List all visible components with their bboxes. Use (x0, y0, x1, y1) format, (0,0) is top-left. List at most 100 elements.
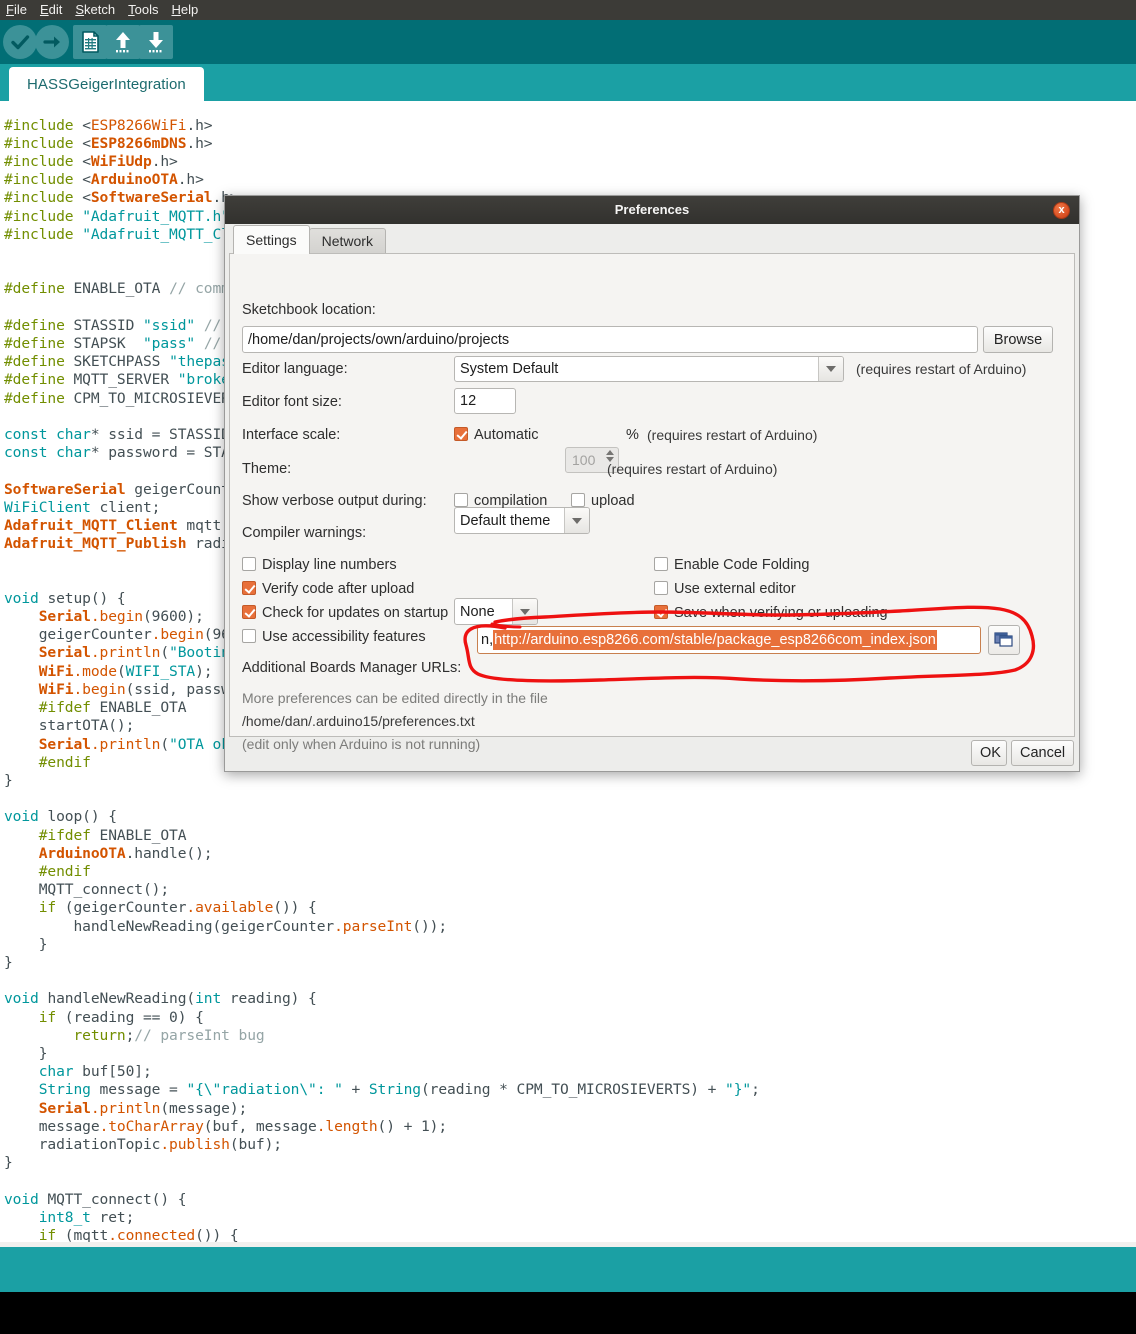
menu-help-mnemonic: H (171, 2, 181, 17)
theme-label: Theme: (242, 461, 292, 477)
new-document-icon (82, 31, 99, 53)
sketchbook-location-input[interactable] (242, 326, 978, 353)
chevron-down-icon (512, 599, 537, 624)
display-line-numbers-label: Display line numbers (262, 557, 397, 573)
interface-scale-label: Interface scale: (242, 427, 341, 443)
preferences-dialog: Preferences x Settings Network Sketchboo… (224, 195, 1080, 772)
menu-bar: File Edit Sketch Tools Help (0, 0, 1136, 20)
edit-warning-note: (edit only when Arduino is not running) (242, 736, 481, 752)
open-sketch-button[interactable] (106, 25, 140, 59)
cancel-button[interactable]: Cancel (1011, 740, 1074, 766)
console-output (0, 1292, 1136, 1334)
tab-network[interactable]: Network (308, 228, 386, 254)
verify-icon (11, 35, 30, 50)
more-preferences-note-line1: More preferences can be edited directly … (242, 690, 548, 706)
settings-panel: Sketchbook location: Browse Editor langu… (229, 253, 1075, 752)
upload-arrow-icon (43, 36, 60, 48)
browse-button[interactable]: Browse (983, 326, 1053, 353)
save-when-verifying-checkbox[interactable]: Save when verifying or uploading (654, 605, 888, 621)
check-for-updates-label: Check for updates on startup (262, 605, 449, 621)
interface-scale-percent-symbol: % (626, 427, 639, 443)
status-bar (0, 1247, 1136, 1292)
checkbox-save-verifying-icon (654, 605, 668, 619)
menu-sketch[interactable]: Sketch (75, 0, 124, 20)
open-up-arrow-icon (116, 32, 130, 53)
editor-font-size-label: Editor font size: (242, 394, 342, 410)
sketch-tab-strip: HASSGeigerIntegration (0, 64, 1136, 101)
preferences-titlebar[interactable]: Preferences x (225, 196, 1079, 225)
editor-language-label: Editor language: (242, 361, 348, 377)
expand-urls-button[interactable] (988, 625, 1020, 655)
sketch-tab-label: HASSGeigerIntegration (27, 75, 186, 93)
chevron-down-icon (818, 357, 843, 381)
chevron-down-icon (564, 508, 589, 533)
preferences-title: Preferences (614, 202, 690, 217)
toolbar (0, 20, 1136, 64)
compiler-warnings-label: Compiler warnings: (242, 525, 367, 541)
editor-language-note: (requires restart of Arduino) (856, 361, 1027, 377)
menu-file-mnemonic: F (6, 2, 14, 17)
sketchbook-location-label: Sketchbook location: (242, 302, 376, 318)
arduino-ide-window: File Edit Sketch Tools Help HASSGeigerIn… (0, 0, 1136, 1334)
checkbox-code-folding-icon (654, 557, 668, 571)
additional-boards-urls-label: Additional Boards Manager URLs: (242, 660, 462, 676)
preferences-file-path: /home/dan/.arduino15/preferences.txt (242, 713, 475, 729)
interface-scale-automatic-label: Automatic (474, 427, 539, 443)
additional-boards-urls-input[interactable]: n, http://arduino.esp8266.com/stable/pack… (477, 626, 981, 654)
menu-file[interactable]: File (6, 0, 36, 20)
checkbox-upload-icon (571, 493, 585, 507)
menu-tools[interactable]: Tools (128, 0, 167, 20)
checkbox-automatic-icon (454, 427, 468, 441)
tab-settings[interactable]: Settings (233, 225, 310, 254)
windows-icon (994, 632, 1013, 647)
checkbox-compilation-icon (454, 493, 468, 507)
checkbox-verify-code-icon (242, 581, 256, 595)
menu-file-label: ile (13, 2, 27, 17)
checkbox-accessibility-icon (242, 629, 256, 643)
upload-button[interactable] (35, 25, 69, 59)
checkbox-external-editor-icon (654, 581, 668, 595)
menu-tools-label: ools (134, 2, 159, 17)
verify-code-after-upload-checkbox[interactable]: Verify code after upload (242, 581, 414, 597)
interface-scale-percent-value: 100 (572, 452, 596, 468)
interface-scale-automatic-checkbox[interactable]: Automatic (454, 427, 538, 443)
save-when-verifying-label: Save when verifying or uploading (674, 605, 888, 621)
verbose-output-label: Show verbose output during: (242, 493, 427, 509)
verbose-upload-checkbox[interactable]: upload (571, 493, 635, 509)
menu-edit[interactable]: Edit (40, 0, 71, 20)
new-sketch-button[interactable] (73, 25, 107, 59)
verbose-compilation-label: compilation (474, 493, 548, 509)
interface-scale-note: (requires restart of Arduino) (647, 427, 818, 443)
boards-urls-prefix-text: n, (481, 632, 494, 648)
boards-urls-selected-text: http://arduino.esp8266.com/stable/packag… (493, 630, 937, 650)
ok-button[interactable]: OK (971, 740, 1007, 766)
save-sketch-button[interactable] (139, 25, 173, 59)
check-for-updates-checkbox[interactable]: Check for updates on startup (242, 605, 448, 621)
theme-value: Default theme (460, 512, 551, 529)
verify-code-after-upload-label: Verify code after upload (262, 581, 415, 597)
preferences-tabs: Settings Network (233, 225, 386, 254)
save-down-arrow-icon (149, 32, 163, 53)
enable-code-folding-checkbox[interactable]: Enable Code Folding (654, 557, 809, 573)
use-accessibility-features-checkbox[interactable]: Use accessibility features (242, 629, 426, 645)
verbose-compilation-checkbox[interactable]: compilation (454, 493, 547, 509)
checkbox-check-updates-icon (242, 605, 256, 619)
close-icon[interactable]: x (1053, 202, 1070, 219)
theme-note: (requires restart of Arduino) (607, 461, 778, 477)
verify-button[interactable] (3, 25, 37, 59)
compiler-warnings-select[interactable]: None (454, 598, 538, 625)
menu-help[interactable]: Help (171, 0, 207, 20)
verbose-upload-label: upload (591, 493, 635, 509)
display-line-numbers-checkbox[interactable]: Display line numbers (242, 557, 397, 573)
editor-language-select[interactable]: System Default (454, 356, 844, 382)
enable-code-folding-label: Enable Code Folding (674, 557, 810, 573)
use-accessibility-features-label: Use accessibility features (262, 629, 426, 645)
menu-sketch-mnemonic: S (75, 2, 85, 17)
sketch-tab[interactable]: HASSGeigerIntegration (9, 67, 204, 101)
menu-sketch-label: ketch (84, 2, 116, 17)
compiler-warnings-value: None (460, 603, 495, 620)
use-external-editor-checkbox[interactable]: Use external editor (654, 581, 796, 597)
checkbox-display-line-numbers-icon (242, 557, 256, 571)
editor-font-size-input[interactable] (454, 388, 516, 414)
theme-select[interactable]: Default theme (454, 507, 590, 534)
